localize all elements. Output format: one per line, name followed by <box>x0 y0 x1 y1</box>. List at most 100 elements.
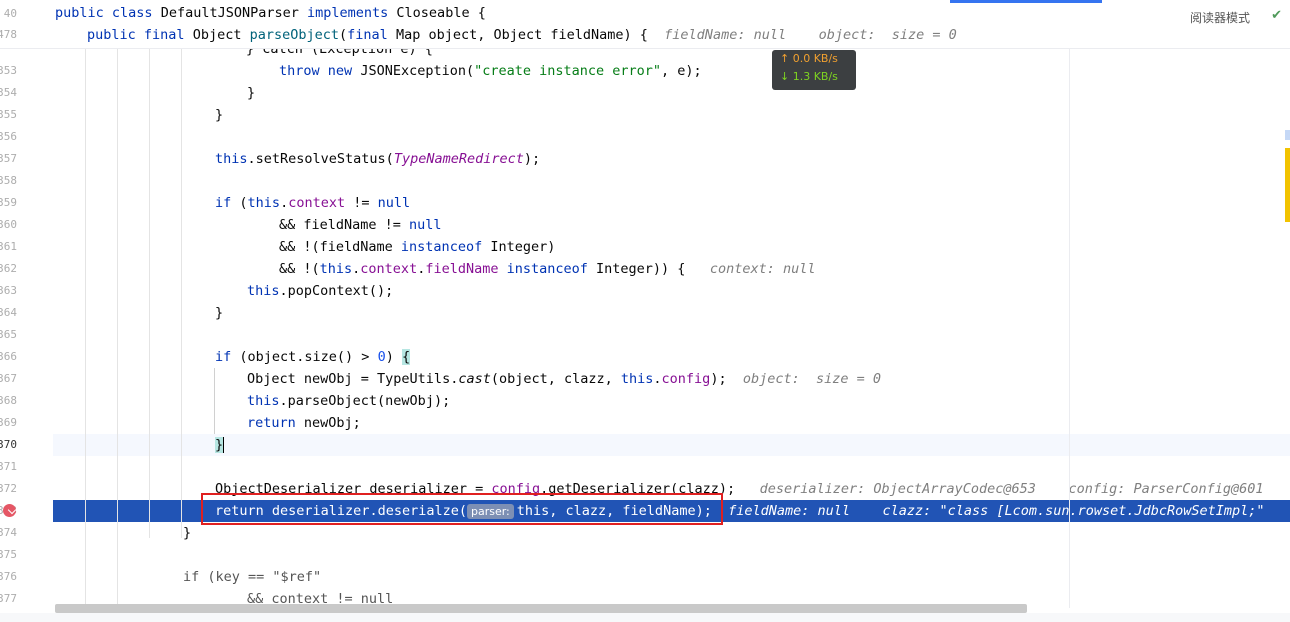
code-token: && !( <box>279 261 320 277</box>
line-number-current: 370 <box>0 438 17 451</box>
bottom-strip <box>0 613 1290 622</box>
line-number: 372 <box>0 482 17 495</box>
top-progress-indicator <box>950 0 1102 3</box>
line-number: 361 <box>0 240 17 253</box>
code-line: } <box>53 82 1290 104</box>
breakpoint-icon[interactable] <box>3 504 16 517</box>
right-margin-guide <box>1069 48 1070 608</box>
line-number: 369 <box>0 416 17 429</box>
code-token: Map object, Object fieldName) { <box>395 27 648 43</box>
line-number-gutter[interactable]: 353 354 355 356 357 358 359 360 361 362 … <box>0 0 53 622</box>
code-token: .popContext(); <box>279 283 394 299</box>
indent-guide <box>181 48 182 538</box>
inline-debug-value: fieldName: null <box>664 27 787 43</box>
code-token: this <box>247 283 280 299</box>
code-token: TypeNameRedirect <box>393 151 524 167</box>
code-line: && !(this.context.fieldName instanceof I… <box>53 258 1290 280</box>
code-token: Object <box>192 27 242 43</box>
code-token: (object, clazz, <box>490 371 621 387</box>
code-token: if <box>215 349 232 365</box>
code-token: config <box>661 371 711 387</box>
code-line: && fieldName != null <box>53 214 1290 236</box>
line-number: 366 <box>0 350 17 363</box>
code-token: . <box>653 371 662 387</box>
code-token: context <box>360 261 418 277</box>
indent-guide <box>149 48 150 538</box>
code-token: 0 <box>377 349 386 365</box>
line-number: 478 <box>0 28 17 41</box>
code-token: JSONException( <box>360 63 475 79</box>
upload-speed: ↑ 0.0 KB/s <box>780 52 838 65</box>
code-token: (object.size() > <box>231 349 378 365</box>
code-line: return newObj; <box>53 412 1290 434</box>
code-token: context <box>288 195 346 211</box>
line-number: 358 <box>0 174 17 187</box>
code-token: . <box>280 195 289 211</box>
code-token: instanceof <box>498 261 588 277</box>
line-number: 377 <box>0 592 17 605</box>
line-number: 374 <box>0 526 17 539</box>
line-number: 364 <box>0 306 17 319</box>
code-token: != <box>345 195 378 211</box>
inline-debug-value: object: size = 0 <box>742 371 882 387</box>
check-icon[interactable]: ✔ <box>1271 8 1282 23</box>
indent-guide <box>85 48 86 608</box>
inline-debug-value: deserializer: ObjectArrayCodec@653 <box>759 481 1036 497</box>
code-token: this <box>620 371 654 387</box>
code-line: this.parseObject(newObj); <box>53 390 1290 412</box>
line-number: 368 <box>0 394 17 407</box>
inline-debug-value: config: ParserConfig@601 <box>1068 481 1264 497</box>
sticky-class-line[interactable]: public class DefaultJSONParser implement… <box>53 3 1290 24</box>
horizontal-scrollbar[interactable] <box>55 604 1027 613</box>
code-token: cast <box>458 371 491 387</box>
inline-debug-value: object: size = 0 <box>818 27 957 43</box>
code-line: throw new JSONException("create instance… <box>53 60 1290 82</box>
line-number: 375 <box>0 548 17 561</box>
scroll-marker[interactable] <box>1285 148 1290 222</box>
line-number: 357 <box>0 152 17 165</box>
sticky-method-line[interactable]: public final Object parseObject(final Ma… <box>53 25 1290 46</box>
code-token: .parseObject(newObj); <box>279 393 451 409</box>
code-token: public final <box>87 27 185 43</box>
code-token: newObj; <box>295 415 361 431</box>
sticky-lines-header[interactable]: 40 478 public class DefaultJSONParser im… <box>0 0 1290 49</box>
code-token: fieldName <box>425 261 499 277</box>
line-number: 376 <box>0 570 17 583</box>
code-token: if <box>215 195 232 211</box>
matched-brace: { <box>401 349 411 365</box>
code-token: && !(fieldName <box>279 239 401 255</box>
code-line: if (key == "$ref" <box>53 566 1290 588</box>
code-token: Integer)) { <box>587 261 686 277</box>
line-number: 359 <box>0 196 17 209</box>
code-token: null <box>377 195 411 211</box>
line-number: 371 <box>0 460 17 473</box>
code-token: if (key == "$ref" <box>183 569 322 585</box>
code-token: this <box>247 195 281 211</box>
reader-mode-button[interactable]: 阅读器模式 <box>1190 9 1250 26</box>
code-token: && fieldName != <box>279 217 410 233</box>
code-line: && !(fieldName instanceof Integer) <box>53 236 1290 258</box>
code-token: throw <box>279 63 320 79</box>
scroll-marker[interactable] <box>1285 130 1290 140</box>
code-editor[interactable]: } catch (Exception e) { throw new JSONEx… <box>53 0 1290 622</box>
code-line: if (object.size() > 0) { <box>53 346 1290 368</box>
code-token: , e); <box>661 63 702 79</box>
code-token: return <box>247 415 296 431</box>
code-token: this <box>319 261 353 277</box>
code-line: this.popContext(); <box>53 280 1290 302</box>
code-token: ) <box>385 349 402 365</box>
code-line: this.setResolveStatus(TypeNameRedirect); <box>53 148 1290 170</box>
code-token: ( <box>339 27 348 43</box>
line-number: 354 <box>0 86 17 99</box>
indent-guide <box>117 48 118 608</box>
code-token: parseObject <box>249 27 340 43</box>
code-token: new <box>327 63 353 79</box>
code-line-caret: } <box>53 434 1290 456</box>
indent-guide <box>214 368 215 434</box>
code-line: } <box>53 302 1290 324</box>
code-token: null <box>409 217 442 233</box>
code-token: public class <box>55 5 153 21</box>
line-number: 353 <box>0 64 17 77</box>
code-token: .setResolveStatus( <box>247 151 394 167</box>
code-token: } <box>183 525 192 541</box>
